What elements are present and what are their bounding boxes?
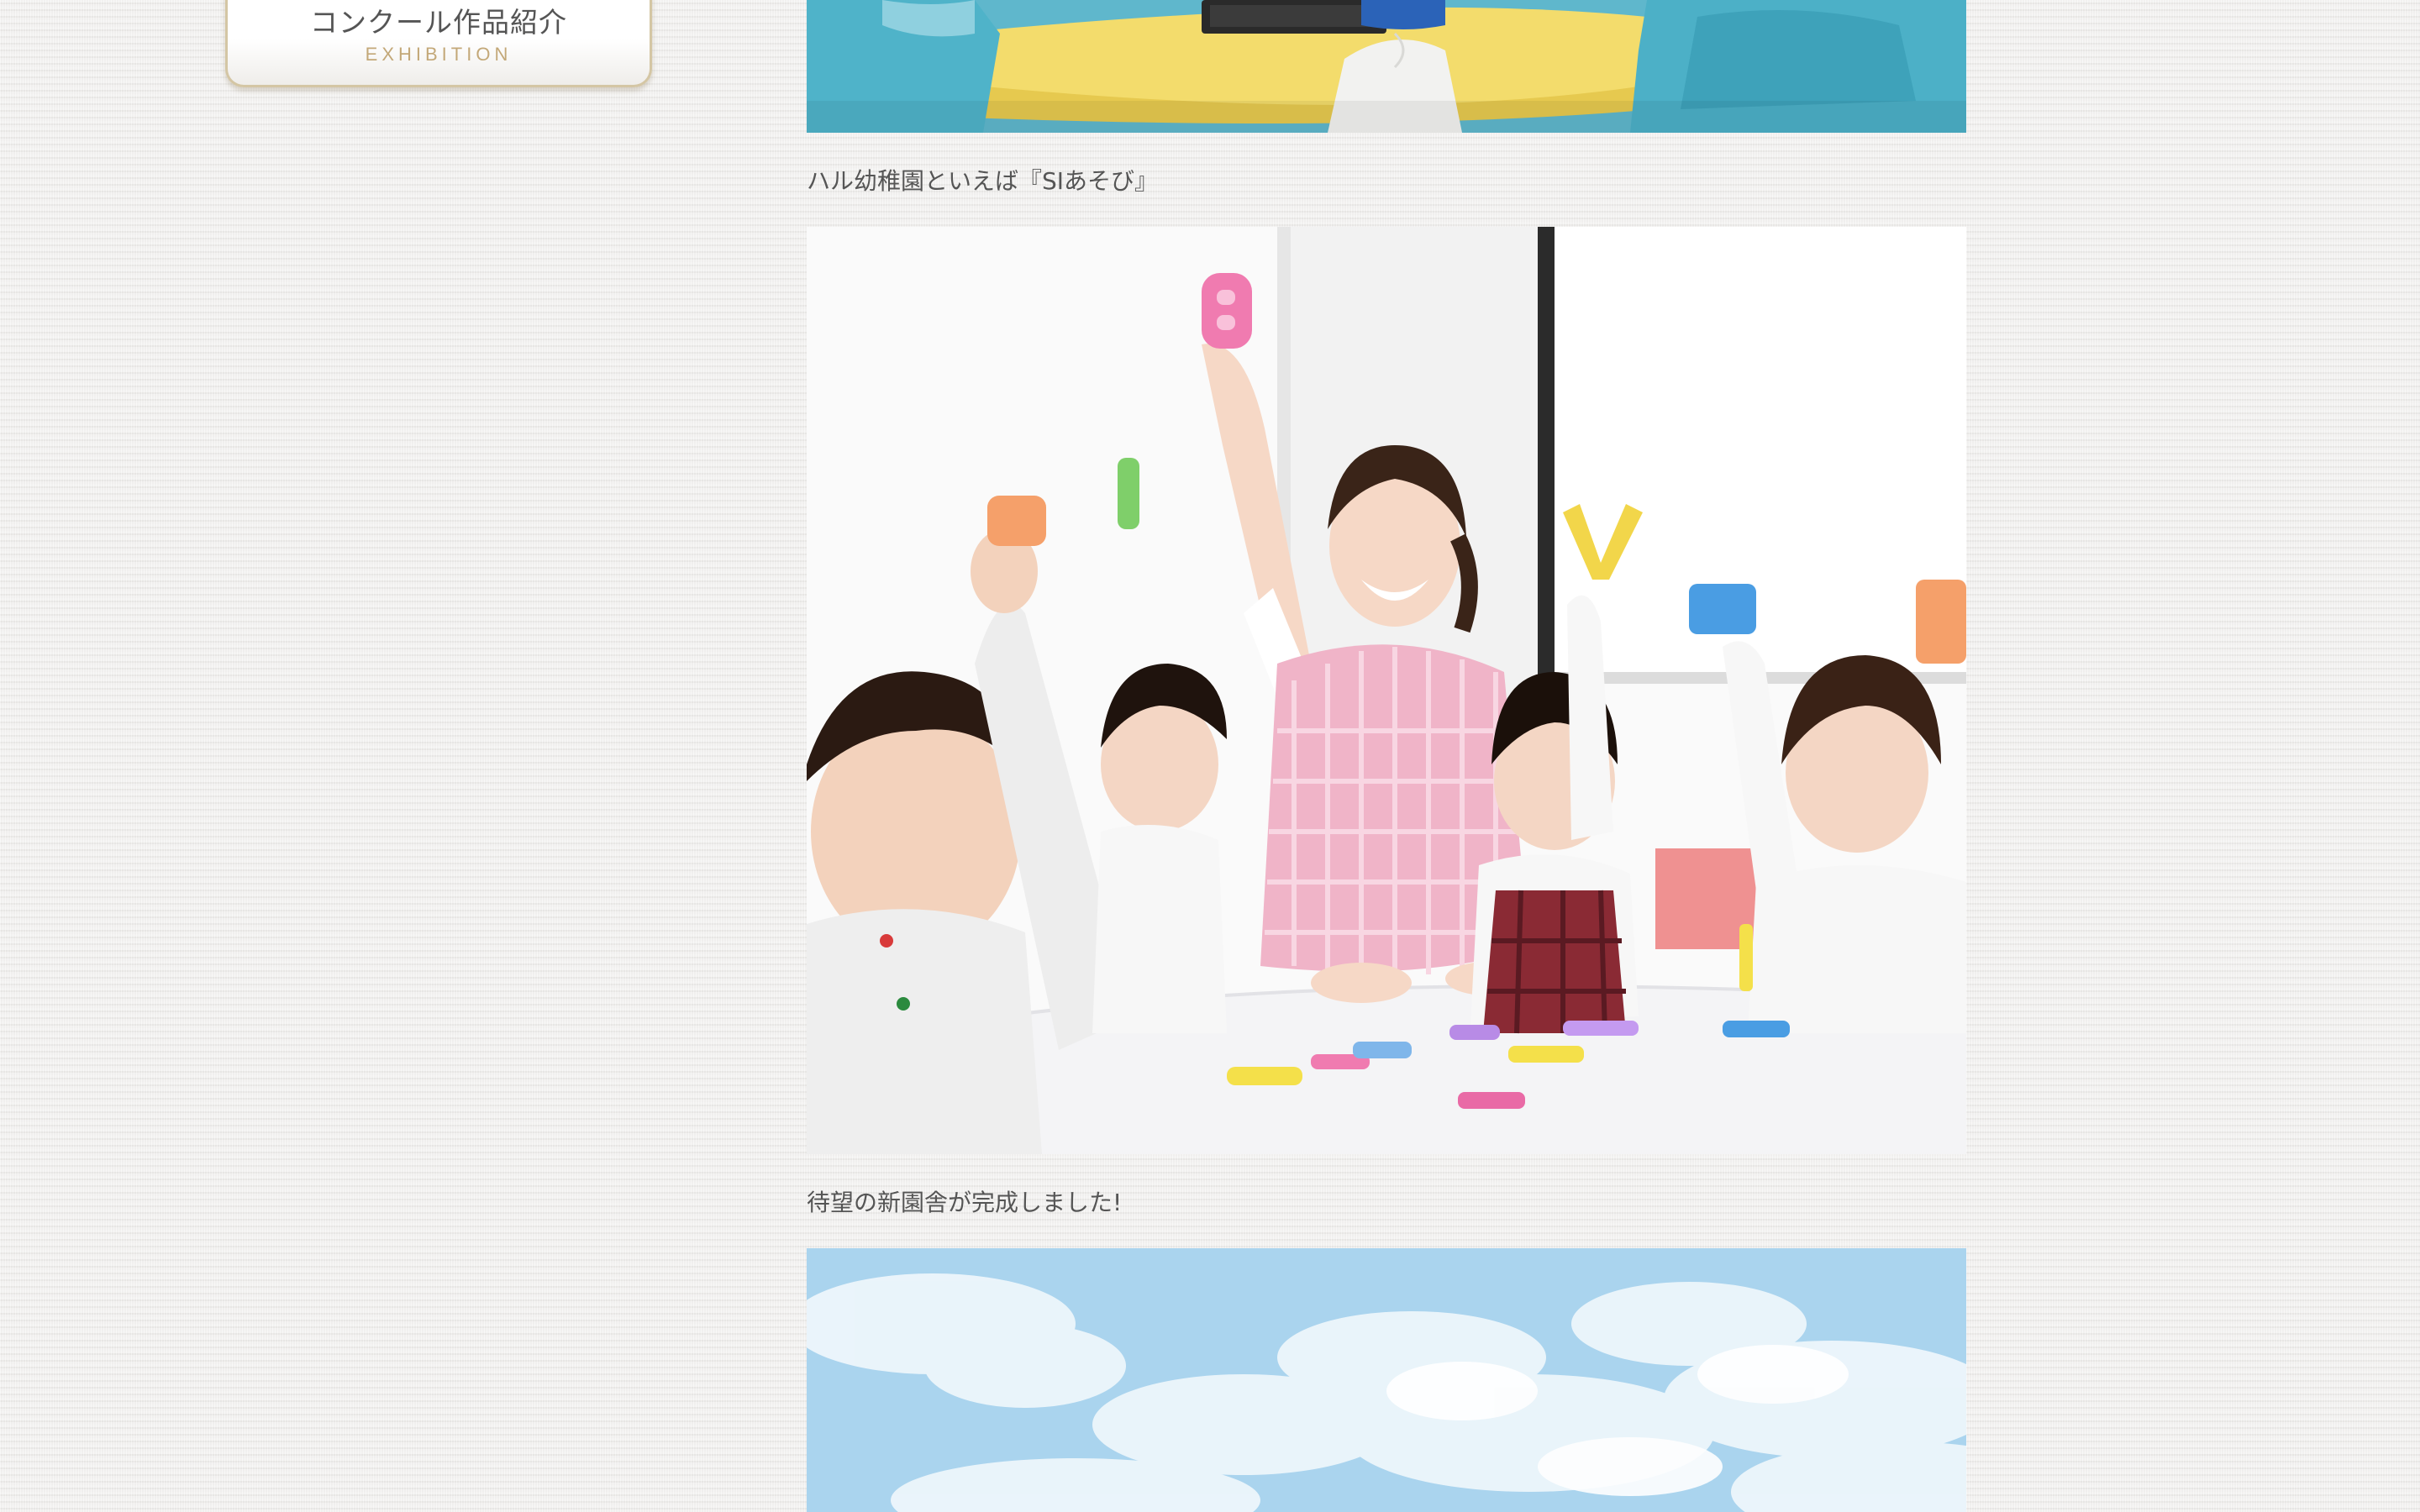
nav-exhibition-subtitle: EXHIBITION [365,44,513,65]
teacher-and-children-raising-letter-blocks-photo [807,227,1966,1154]
nav-exhibition-button[interactable]: コンクール作品紹介 EXHIBITION [225,0,652,87]
nav-exhibition-title: コンクール作品紹介 [310,6,567,39]
children-at-computer-table-photo [807,0,1966,133]
blue-sky-clouds-photo [807,1248,1966,1512]
post-caption: ハル幼稚園といえば『SIあそび』 [807,167,1159,195]
post-caption: 待望の新園舎が完成しました! [807,1189,1123,1216]
